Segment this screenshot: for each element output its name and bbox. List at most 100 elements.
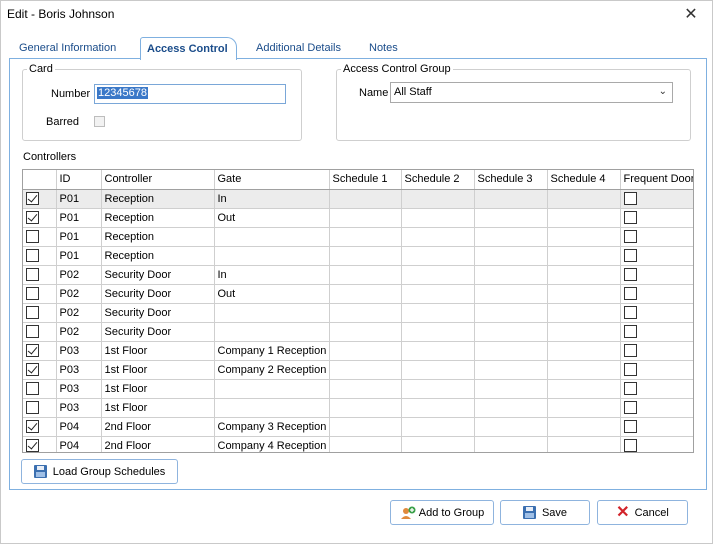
col-header-controller[interactable]: Controller <box>101 170 215 190</box>
frequent-door-cell[interactable] <box>620 246 693 266</box>
card-number-input[interactable]: 12345678 <box>94 84 286 104</box>
cell-schedule-1[interactable] <box>329 398 402 418</box>
table-row[interactable]: P02 Security Door <box>23 322 693 342</box>
cell-controller[interactable]: 2nd Floor <box>101 436 215 452</box>
cell-id[interactable]: P01 <box>56 246 102 266</box>
row-select-checkbox[interactable] <box>26 401 39 414</box>
cell-schedule-1[interactable] <box>329 189 402 209</box>
frequent-door-cell[interactable] <box>620 341 693 361</box>
frequent-door-cell[interactable] <box>620 208 693 228</box>
cell-schedule-2[interactable] <box>401 227 475 247</box>
row-select-cell[interactable] <box>23 303 57 323</box>
cell-gate[interactable]: Company 4 Reception <box>214 436 330 452</box>
frequent-door-cell[interactable] <box>620 436 693 452</box>
table-row[interactable]: P02 Security Door In <box>23 265 693 285</box>
table-row[interactable]: P04 2nd Floor Company 3 Reception <box>23 417 693 437</box>
cell-schedule-3[interactable] <box>474 341 548 361</box>
cell-schedule-1[interactable] <box>329 246 402 266</box>
frequent-door-checkbox[interactable] <box>623 363 637 376</box>
cell-schedule-1[interactable] <box>329 265 402 285</box>
cell-gate[interactable] <box>214 227 330 247</box>
save-button[interactable]: Save <box>500 500 590 525</box>
cell-id[interactable]: P03 <box>56 341 102 361</box>
cell-id[interactable]: P02 <box>56 284 102 304</box>
row-select-cell[interactable] <box>23 360 57 380</box>
col-header-schedule-3[interactable]: Schedule 3 <box>474 170 548 190</box>
frequent-door-cell[interactable] <box>620 398 693 418</box>
cell-gate[interactable]: Out <box>214 284 330 304</box>
table-row[interactable]: P04 2nd Floor Company 4 Reception <box>23 436 693 452</box>
cell-schedule-3[interactable] <box>474 303 548 323</box>
cell-gate[interactable]: In <box>214 265 330 285</box>
row-select-cell[interactable] <box>23 189 57 209</box>
close-icon[interactable]: ✕ <box>678 3 704 27</box>
row-select-checkbox[interactable] <box>26 268 39 281</box>
cell-schedule-2[interactable] <box>401 417 475 437</box>
row-select-cell[interactable] <box>23 436 57 452</box>
row-select-cell[interactable] <box>23 227 57 247</box>
table-row[interactable]: P03 1st Floor Company 2 Reception <box>23 360 693 380</box>
frequent-door-checkbox[interactable] <box>623 401 637 414</box>
cell-schedule-4[interactable] <box>547 265 621 285</box>
frequent-door-checkbox[interactable] <box>623 230 637 243</box>
row-select-checkbox[interactable] <box>26 420 39 433</box>
cell-id[interactable]: P01 <box>56 208 102 228</box>
frequent-door-cell[interactable] <box>620 265 693 285</box>
row-select-cell[interactable] <box>23 379 57 399</box>
row-select-cell[interactable] <box>23 341 57 361</box>
group-name-select[interactable]: All Staff ⌄ <box>390 82 673 103</box>
tab-general-information[interactable]: General Information <box>15 41 120 59</box>
cell-schedule-4[interactable] <box>547 208 621 228</box>
cell-schedule-4[interactable] <box>547 246 621 266</box>
cell-schedule-3[interactable] <box>474 322 548 342</box>
cell-gate[interactable] <box>214 379 330 399</box>
cell-id[interactable]: P01 <box>56 189 102 209</box>
cell-schedule-1[interactable] <box>329 341 402 361</box>
cell-gate[interactable] <box>214 303 330 323</box>
cell-controller[interactable]: Security Door <box>101 322 215 342</box>
cell-schedule-2[interactable] <box>401 398 475 418</box>
row-select-cell[interactable] <box>23 398 57 418</box>
frequent-door-checkbox[interactable] <box>623 268 637 281</box>
cell-schedule-4[interactable] <box>547 284 621 304</box>
controllers-grid[interactable]: ID Controller Gate Schedule 1 Schedule 2… <box>22 169 694 453</box>
frequent-door-cell[interactable] <box>620 322 693 342</box>
cell-gate[interactable]: Company 2 Reception <box>214 360 330 380</box>
cell-controller[interactable]: Security Door <box>101 265 215 285</box>
cell-schedule-3[interactable] <box>474 436 548 452</box>
cell-id[interactable]: P03 <box>56 398 102 418</box>
cell-schedule-4[interactable] <box>547 417 621 437</box>
frequent-door-cell[interactable] <box>620 303 693 323</box>
row-select-checkbox[interactable] <box>26 439 39 452</box>
cell-schedule-2[interactable] <box>401 265 475 285</box>
cancel-button[interactable]: ✕ Cancel <box>597 500 688 525</box>
row-select-checkbox[interactable] <box>26 287 39 300</box>
frequent-door-checkbox[interactable] <box>623 420 637 433</box>
col-header-schedule-4[interactable]: Schedule 4 <box>547 170 621 190</box>
row-select-checkbox[interactable] <box>26 192 39 205</box>
row-select-checkbox[interactable] <box>26 306 39 319</box>
cell-schedule-3[interactable] <box>474 284 548 304</box>
frequent-door-cell[interactable] <box>620 417 693 437</box>
cell-schedule-1[interactable] <box>329 436 402 452</box>
frequent-door-checkbox[interactable] <box>623 382 637 395</box>
cell-schedule-3[interactable] <box>474 360 548 380</box>
cell-schedule-1[interactable] <box>329 417 402 437</box>
cell-controller[interactable]: Reception <box>101 208 215 228</box>
cell-schedule-2[interactable] <box>401 322 475 342</box>
row-select-checkbox[interactable] <box>26 211 39 224</box>
cell-schedule-4[interactable] <box>547 227 621 247</box>
tab-access-control[interactable]: Access Control <box>140 37 237 60</box>
cell-schedule-1[interactable] <box>329 360 402 380</box>
barred-checkbox[interactable] <box>94 116 105 127</box>
cell-schedule-2[interactable] <box>401 246 475 266</box>
cell-controller[interactable]: 1st Floor <box>101 398 215 418</box>
table-row[interactable]: P01 Reception Out <box>23 208 693 228</box>
cell-gate[interactable]: Company 3 Reception <box>214 417 330 437</box>
cell-controller[interactable]: 1st Floor <box>101 341 215 361</box>
table-row[interactable]: P03 1st Floor <box>23 398 693 418</box>
frequent-door-checkbox[interactable] <box>623 325 637 338</box>
cell-schedule-3[interactable] <box>474 417 548 437</box>
frequent-door-checkbox[interactable] <box>623 306 637 319</box>
cell-schedule-4[interactable] <box>547 303 621 323</box>
